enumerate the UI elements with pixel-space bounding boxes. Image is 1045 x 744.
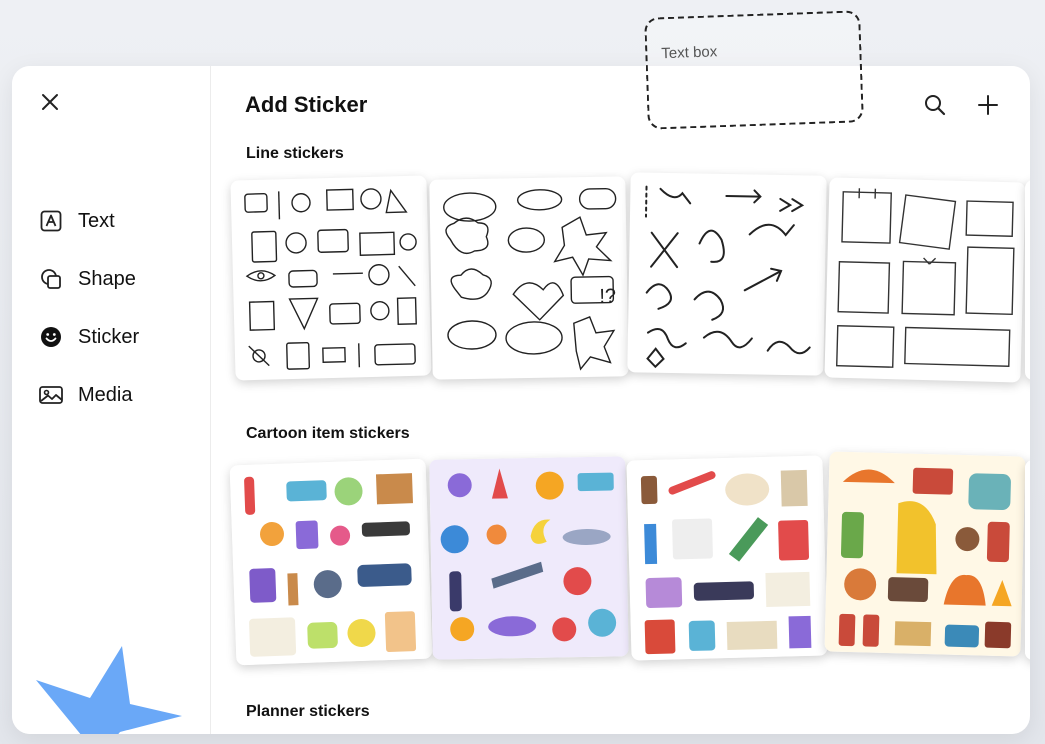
art-supplies-icon	[626, 455, 828, 661]
sidebar-item-text[interactable]: Text	[36, 192, 139, 250]
sidebar-item-label: Shape	[78, 267, 136, 290]
star-decoration-icon	[36, 646, 182, 734]
sticker-pack-partial[interactable]	[1025, 180, 1030, 380]
shape-icon	[36, 264, 66, 294]
sticker-pack-partial-2[interactable]	[1025, 460, 1030, 660]
add-button[interactable]	[973, 90, 1003, 120]
partial-sticker-icon	[1025, 180, 1030, 380]
close-icon	[42, 94, 58, 110]
speech-bubbles-icon: !?	[443, 187, 617, 371]
close-button[interactable]	[36, 88, 64, 116]
sticker-browser: Add Sticker Line stickers !? Cartoon ite…	[211, 66, 1030, 734]
media-icon	[36, 380, 66, 410]
sticker-pack-space[interactable]	[429, 456, 629, 660]
sidebar-item-label: Media	[78, 383, 133, 406]
cartoon-item-stickers-row	[229, 451, 1030, 674]
science-icon	[229, 458, 433, 666]
sticker-pack-speech-bubbles[interactable]: !?	[429, 176, 629, 380]
sidebar-item-media[interactable]: Media	[36, 366, 139, 424]
canvas-text-box[interactable]: Text box	[644, 10, 864, 130]
space-icon	[429, 456, 629, 660]
add-sticker-panel: Text Shape Sticker Media Add Sticker Lin…	[12, 66, 1030, 734]
arrows-icon	[644, 185, 811, 369]
sticker-pack-science[interactable]	[229, 458, 433, 666]
sticker-pack-autumn[interactable]	[824, 451, 1026, 657]
sticker-pack-art-supplies[interactable]	[626, 455, 828, 661]
partial-sticker-2-icon	[1025, 460, 1030, 660]
sticker-icon	[36, 322, 66, 352]
text-box-label: Text box	[661, 43, 718, 63]
page-title: Add Sticker	[245, 92, 368, 117]
sticker-pack-notes[interactable]	[824, 177, 1026, 383]
sidebar-nav: Text Shape Sticker Media	[36, 192, 139, 424]
section-title-planner-stickers: Planner stickers	[246, 703, 370, 720]
sidebar: Text Shape Sticker Media	[12, 66, 211, 734]
sidebar-item-label: Sticker	[78, 325, 140, 348]
text-icon	[36, 206, 66, 236]
plus-icon	[978, 95, 998, 115]
section-title-cartoon-item-stickers: Cartoon item stickers	[246, 425, 410, 442]
sticker-pack-doodles[interactable]	[230, 175, 432, 381]
search-icon	[925, 95, 946, 116]
section-title-line-stickers: Line stickers	[246, 145, 344, 162]
doodles-icon	[244, 188, 417, 370]
svg-text:!?: !?	[599, 285, 616, 307]
autumn-icon	[824, 451, 1026, 657]
line-stickers-row: !?	[230, 172, 1030, 394]
sticker-pack-arrows[interactable]	[627, 172, 827, 376]
search-button[interactable]	[920, 90, 950, 120]
sidebar-item-sticker[interactable]: Sticker	[36, 308, 139, 366]
sidebar-item-shape[interactable]: Shape	[36, 250, 139, 308]
sidebar-item-label: Text	[78, 209, 115, 232]
notes-icon	[836, 188, 1015, 368]
